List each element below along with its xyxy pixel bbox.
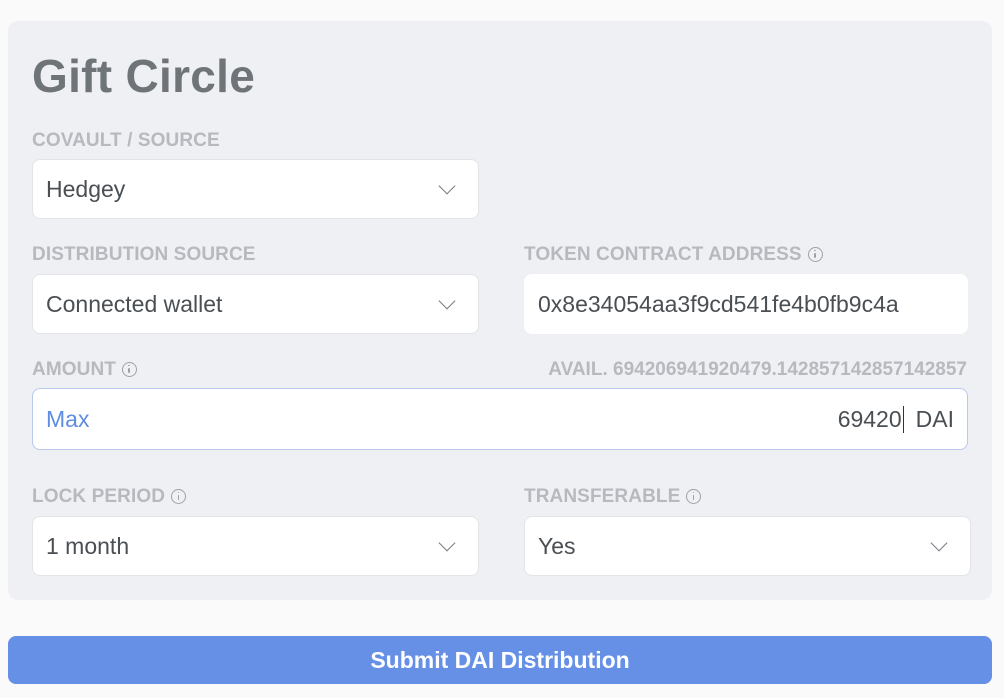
amount-input[interactable]: Max 69420 DAI — [32, 388, 968, 450]
page-title: Gift Circle — [32, 50, 256, 102]
transferable-label: TRANSFERABLE — [524, 486, 702, 508]
info-icon[interactable] — [171, 488, 187, 504]
max-button[interactable]: Max — [46, 406, 89, 433]
chevron-down-icon — [438, 534, 456, 552]
available-balance: AVAIL. 694206941920479.14285714285714285… — [548, 359, 967, 380]
lock-period-select[interactable]: 1 month — [32, 516, 479, 576]
covault-label: COVAULT / SOURCE — [32, 130, 220, 151]
info-icon[interactable] — [807, 246, 823, 262]
chevron-down-icon — [438, 177, 456, 195]
amount-value[interactable]: 69420 — [838, 405, 904, 433]
distribution-source-select[interactable]: Connected wallet — [32, 274, 479, 334]
token-contract-label: TOKEN CONTRACT ADDRESS — [524, 244, 823, 266]
distribution-source-label: DISTRIBUTION SOURCE — [32, 244, 256, 265]
amount-unit: DAI — [915, 405, 954, 432]
info-icon[interactable] — [121, 361, 137, 377]
transferable-select[interactable]: Yes — [524, 516, 971, 576]
amount-label: AMOUNT — [32, 359, 137, 381]
chevron-down-icon — [438, 292, 456, 310]
covault-select[interactable]: Hedgey — [32, 159, 479, 219]
token-contract-input[interactable]: 0x8e34054aa3f9cd541fe4b0fb9c4a — [524, 274, 968, 334]
submit-distribution-button[interactable]: Submit DAI Distribution — [8, 636, 992, 684]
info-icon[interactable] — [686, 488, 702, 504]
chevron-down-icon — [930, 534, 948, 552]
lock-period-label: LOCK PERIOD — [32, 486, 187, 508]
